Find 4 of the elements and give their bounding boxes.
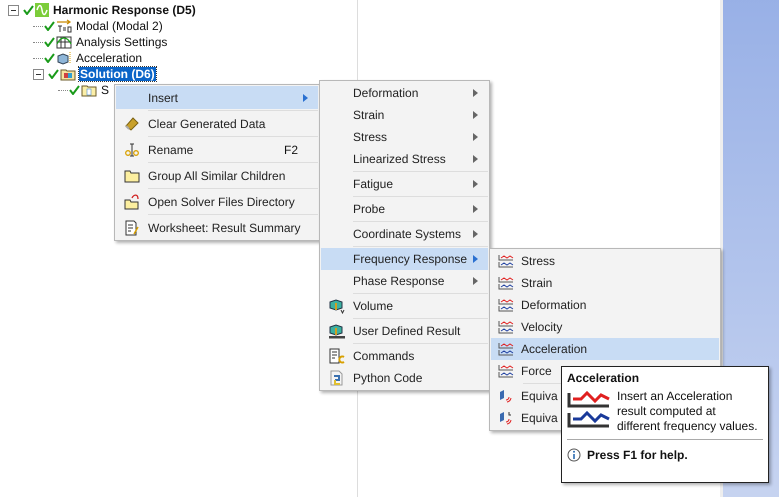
tooltip-text: Insert an Acceleration result computed at different frequency values. — [617, 389, 759, 434]
shortcut-label: F2 — [284, 142, 298, 156]
help-text: Press F1 for help. — [587, 448, 688, 462]
tooltip-title: Acceleration — [567, 371, 640, 385]
